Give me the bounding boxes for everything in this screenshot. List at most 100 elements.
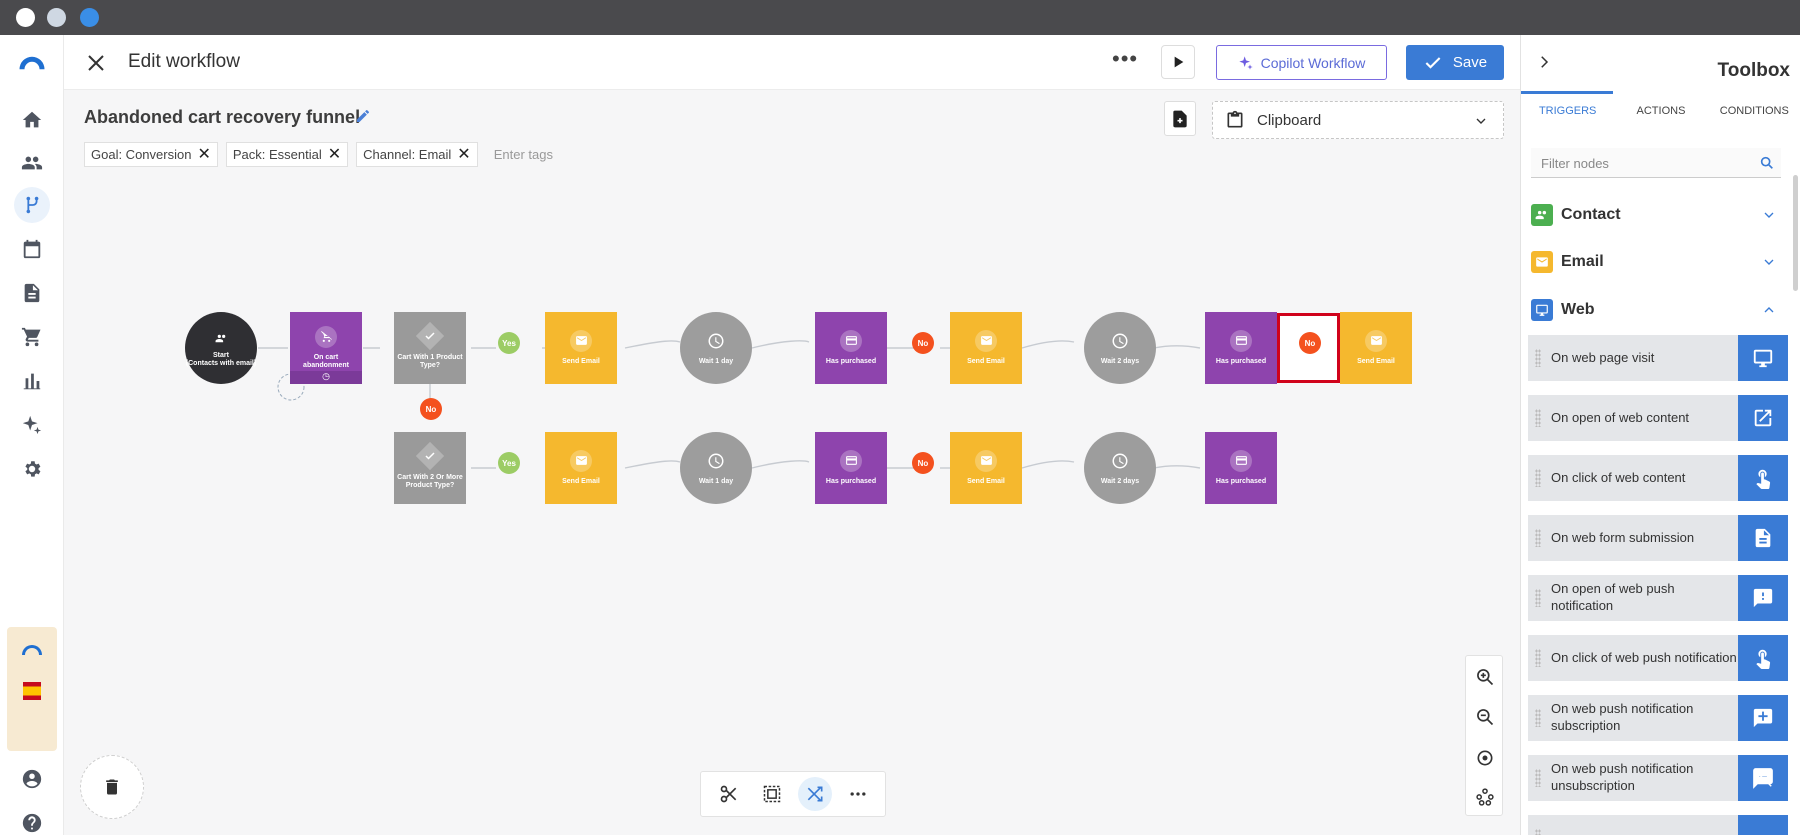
tab-conditions[interactable]: CONDITIONS (1708, 105, 1800, 117)
clipboard-dropdown[interactable]: Clipboard (1212, 101, 1504, 139)
node-label: Wait 2 days (1100, 477, 1140, 485)
canvas-toolbar (700, 771, 886, 817)
workflow-canvas[interactable]: Start (Contacts with email) On cart aban… (64, 140, 1520, 835)
trigger-item[interactable]: On open of web content (1528, 395, 1788, 441)
start-node[interactable]: Start (Contacts with email) (185, 312, 257, 384)
window-close-dot[interactable] (16, 8, 35, 27)
category-web[interactable]: Web (1531, 297, 1781, 323)
cart-icon[interactable] (14, 319, 50, 355)
purchase-card-icon (840, 329, 862, 352)
trigger-item[interactable]: On open of web push notification (1528, 575, 1788, 621)
zoom-controls (1465, 655, 1503, 816)
click-icon (1738, 635, 1788, 681)
wait-node[interactable]: Wait 1 day (680, 432, 752, 504)
trigger-item[interactable]: On web page visit (1528, 335, 1788, 381)
trash-icon (106, 779, 118, 795)
zoom-in-icon[interactable] (1473, 665, 1497, 689)
tab-triggers[interactable]: TRIGGERS (1521, 105, 1614, 117)
trigger-label: On web push notification subscription (1551, 701, 1694, 733)
send-email-node[interactable]: Send Email (950, 312, 1022, 384)
drag-handle-icon[interactable] (1535, 829, 1541, 835)
select-area-icon[interactable] (755, 777, 789, 811)
trigger-item[interactable]: On click of web content (1528, 455, 1788, 501)
copilot-workflow-button[interactable]: Copilot Workflow (1216, 45, 1387, 80)
document-icon[interactable] (14, 275, 50, 311)
clipboard-icon (1227, 110, 1243, 128)
spain-flag-icon[interactable] (23, 682, 41, 700)
edit-name-pencil-icon[interactable] (355, 108, 371, 124)
no-branch-badge: No (912, 332, 934, 354)
node-label: Send Email (562, 477, 600, 485)
workflows-icon[interactable] (14, 187, 50, 223)
trigger-item[interactable] (1528, 815, 1788, 835)
clipboard-label: Clipboard (1257, 111, 1322, 129)
trigger-item[interactable]: On web push notification unsubscription (1528, 755, 1788, 801)
drag-handle-icon[interactable] (1535, 649, 1541, 667)
trigger-item[interactable]: On click of web push notification (1528, 635, 1788, 681)
toolbox-scrollbar[interactable] (1793, 175, 1798, 291)
settings-icon[interactable] (14, 451, 50, 487)
center-view-icon[interactable] (1473, 746, 1497, 770)
condition-cart-1-node[interactable]: Cart With 1 Product Type? (394, 312, 466, 384)
ai-sparkle-icon[interactable] (14, 407, 50, 443)
drag-handle-icon[interactable] (1535, 589, 1541, 607)
wait-node[interactable]: Wait 1 day (680, 312, 752, 384)
delete-drop-zone[interactable] (80, 755, 144, 819)
chevron-down-icon (1764, 259, 1774, 265)
calendar-icon[interactable] (14, 231, 50, 267)
trigger-item[interactable]: On web push notification subscription (1528, 695, 1788, 741)
add-note-icon (1173, 110, 1187, 127)
collapse-toolbox-icon[interactable] (1535, 53, 1553, 76)
has-purchased-node[interactable]: Has purchased (1205, 312, 1277, 384)
drag-handle-icon[interactable] (1535, 409, 1541, 427)
home-icon[interactable] (14, 102, 50, 138)
condition-cart-2-node[interactable]: Cart With 2 Or More Product Type? (394, 432, 466, 504)
clock-icon (705, 330, 727, 352)
help-icon[interactable] (14, 805, 50, 835)
toolbox-title: Toolbox (1717, 60, 1790, 81)
more-options-button[interactable]: ••• (1112, 48, 1138, 70)
has-purchased-node[interactable]: Has purchased (815, 432, 887, 504)
filter-nodes-input[interactable]: Filter nodes (1531, 148, 1781, 178)
node-label: Has purchased (1215, 477, 1267, 485)
save-button[interactable]: Save (1406, 45, 1504, 80)
shuffle-connections-icon[interactable] (797, 777, 832, 811)
run-workflow-button[interactable] (1161, 45, 1195, 79)
drag-handle-icon[interactable] (1535, 769, 1541, 787)
send-email-node[interactable]: Send Email (545, 432, 617, 504)
app-switcher[interactable] (7, 627, 57, 751)
has-purchased-node[interactable]: Has purchased (1205, 432, 1277, 504)
category-contact[interactable]: Contact (1531, 202, 1781, 228)
window-titlebar (0, 0, 1800, 35)
logo-icon[interactable] (14, 45, 50, 81)
window-maximize-dot[interactable] (80, 8, 99, 27)
more-tools-icon[interactable] (841, 777, 875, 811)
wait-node[interactable]: Wait 2 days (1084, 432, 1156, 504)
auto-layout-icon[interactable] (1473, 785, 1497, 809)
cart-abandonment-trigger-node[interactable]: On cart abandonment ◷ (290, 312, 362, 384)
reports-icon[interactable] (14, 363, 50, 399)
trigger-item[interactable]: On web form submission (1528, 515, 1788, 561)
drag-handle-icon[interactable] (1535, 349, 1541, 367)
cut-icon[interactable] (712, 777, 746, 811)
category-label: Contact (1561, 206, 1621, 223)
wait-node[interactable]: Wait 2 days (1084, 312, 1156, 384)
account-icon[interactable] (14, 761, 50, 797)
send-email-node[interactable]: Send Email (545, 312, 617, 384)
contacts-icon[interactable] (14, 145, 50, 181)
drag-handle-icon[interactable] (1535, 529, 1541, 547)
window-minimize-dot[interactable] (47, 8, 66, 27)
clock-icon (705, 450, 727, 472)
email-icon (570, 449, 592, 472)
node-label: Send Email (967, 357, 1005, 365)
add-note-button[interactable] (1164, 101, 1196, 136)
drag-handle-icon[interactable] (1535, 709, 1541, 727)
close-editor-icon[interactable] (84, 51, 108, 75)
has-purchased-node[interactable]: Has purchased (815, 312, 887, 384)
tab-actions[interactable]: ACTIONS (1614, 105, 1707, 117)
send-email-node[interactable]: Send Email (1340, 312, 1412, 384)
zoom-out-icon[interactable] (1473, 705, 1497, 729)
category-email[interactable]: Email (1531, 249, 1781, 275)
drag-handle-icon[interactable] (1535, 469, 1541, 487)
send-email-node[interactable]: Send Email (950, 432, 1022, 504)
